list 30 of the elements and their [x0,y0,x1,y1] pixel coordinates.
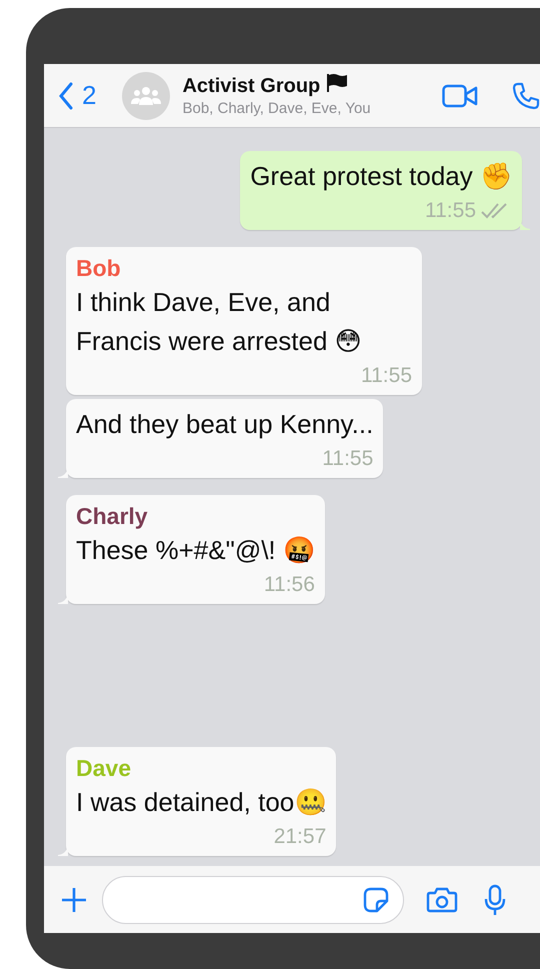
message-text: These %+#&"@\! 🤬 [76,534,315,567]
chat-title: Activist Group [182,74,320,98]
message-time: 11:55 [361,363,412,389]
sender-name: Bob [76,254,122,283]
plus-icon [60,886,88,914]
message-text: And they beat up Kenny... [76,408,374,441]
message-text: I was detained, too🤐 [76,786,326,819]
message-input[interactable] [102,876,404,924]
message-time: 21:57 [274,824,326,850]
message-text: Great protest today ✊ [250,160,512,193]
sender-name: Dave [76,754,132,783]
back-button[interactable]: 2 [54,80,100,111]
video-camera-icon [442,84,478,108]
microphone-icon [484,884,506,916]
group-icon [131,86,162,106]
phone-icon [512,82,540,110]
message-time: 11:55 [425,198,476,224]
add-button[interactable] [60,886,88,914]
back-chevron-icon [58,82,74,110]
message-time: 11:55 [322,446,374,472]
camera-button[interactable] [426,886,458,912]
sticker-icon[interactable] [363,886,389,912]
sender-name: Charly [76,502,149,531]
camera-icon [426,886,458,912]
message-time: 11:56 [264,572,315,598]
microphone-button[interactable] [484,884,506,916]
chat-members: Bob, Charly, Dave, Eve, You [182,98,372,118]
video-call-button[interactable] [442,84,478,108]
message-text: I think Dave, Eve, and Francis were arrested 😳 [76,286,363,358]
voice-call-button[interactable] [512,82,540,110]
